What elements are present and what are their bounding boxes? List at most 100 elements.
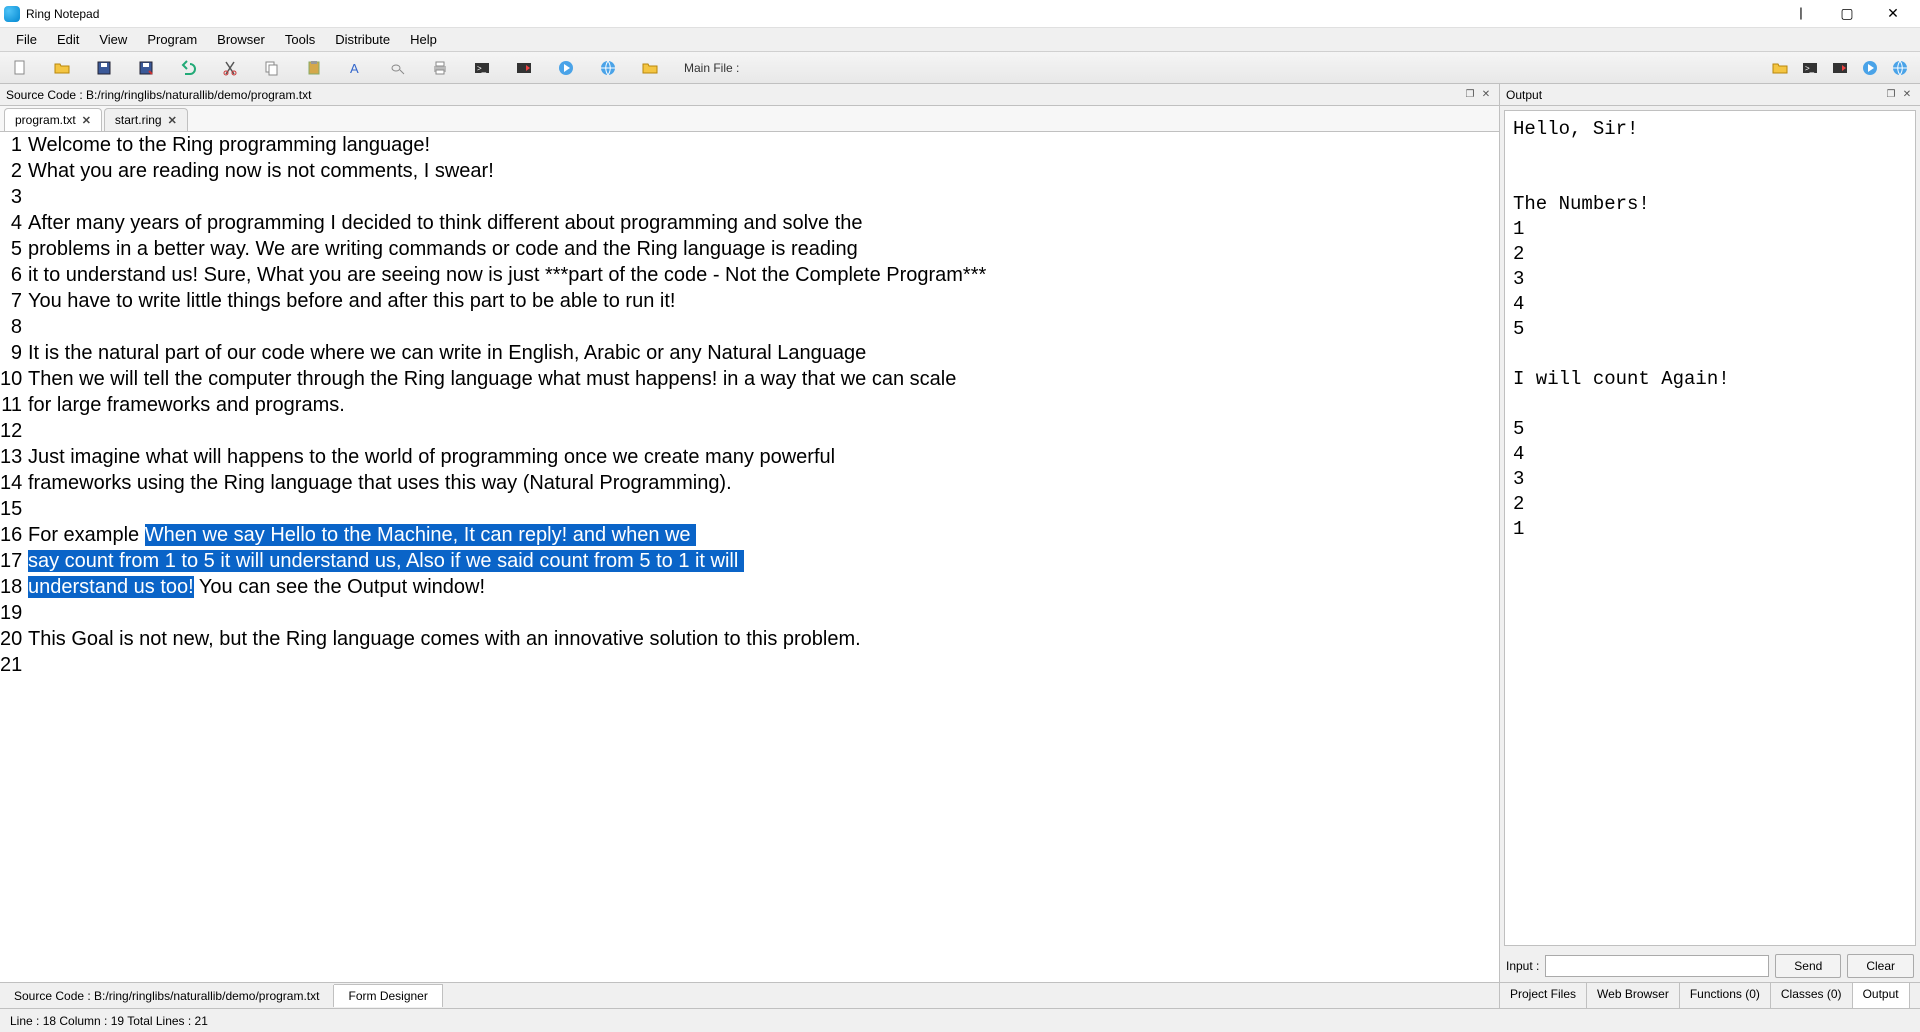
code-line[interactable]: 20This Goal is not new, but the Ring lan… [0, 626, 1499, 652]
menu-view[interactable]: View [89, 29, 137, 50]
mainfile-run-button[interactable] [1856, 56, 1884, 80]
output-console[interactable]: Hello, Sir! The Numbers! 1 2 3 4 5 I wil… [1504, 110, 1916, 946]
input-label: Input : [1506, 959, 1539, 973]
close-button[interactable]: ✕ [1870, 0, 1916, 28]
line-text: for large frameworks and programs. [28, 392, 345, 418]
line-number: 2 [0, 158, 28, 184]
output-detach-icon[interactable]: ❐ [1884, 88, 1898, 102]
output-input-field[interactable] [1545, 955, 1769, 977]
line-text: frameworks using the Ring language that … [28, 470, 732, 496]
code-line[interactable]: 1Welcome to the Ring programming languag… [0, 132, 1499, 158]
minimize-button[interactable]: 〡 [1778, 0, 1824, 28]
code-line[interactable]: 10Then we will tell the computer through… [0, 366, 1499, 392]
file-tab-label: start.ring [115, 113, 162, 127]
right-bottom-tab[interactable]: Output [1853, 983, 1910, 1008]
font-button[interactable]: A [342, 56, 370, 80]
menu-program[interactable]: Program [137, 29, 207, 50]
run-web-button[interactable] [594, 56, 622, 80]
code-line[interactable]: 19 [0, 600, 1499, 626]
code-line[interactable]: 5problems in a better way. We are writin… [0, 236, 1499, 262]
find-button[interactable] [384, 56, 412, 80]
undo-button[interactable] [174, 56, 202, 80]
open-folder-button[interactable] [636, 56, 664, 80]
code-line[interactable]: 17say count from 1 to 5 it will understa… [0, 548, 1499, 574]
code-line[interactable]: 12 [0, 418, 1499, 444]
line-number: 18 [0, 574, 28, 600]
mainfile-web-button[interactable] [1886, 56, 1914, 80]
new-file-button[interactable] [6, 56, 34, 80]
output-title: Output [1506, 88, 1542, 102]
tab-close-icon[interactable]: ✕ [82, 114, 91, 127]
maximize-button[interactable]: ▢ [1824, 0, 1870, 28]
print-button[interactable] [426, 56, 454, 80]
clear-button[interactable]: Clear [1847, 954, 1914, 978]
right-bottom-tab[interactable]: Web Browser [1587, 983, 1680, 1008]
mainfile-open-button[interactable] [1766, 56, 1794, 80]
code-line[interactable]: 16For example When we say Hello to the M… [0, 522, 1499, 548]
output-header: Output ❐ ✕ [1500, 84, 1920, 106]
file-tab[interactable]: program.txt ✕ [4, 108, 102, 131]
bottom-tab[interactable]: Form Designer [334, 984, 442, 1007]
debug-button[interactable] [510, 56, 538, 80]
file-tab-label: program.txt [15, 113, 76, 127]
code-line[interactable]: 3 [0, 184, 1499, 210]
code-line[interactable]: 15 [0, 496, 1499, 522]
line-text: What you are reading now is not comments… [28, 158, 494, 184]
save-as-button[interactable] [132, 56, 160, 80]
pane-detach-icon[interactable]: ❐ [1463, 88, 1477, 102]
code-line[interactable]: 9It is the natural part of our code wher… [0, 340, 1499, 366]
menu-file[interactable]: File [6, 29, 47, 50]
code-line[interactable]: 8 [0, 314, 1499, 340]
line-text: understand us too! You can see the Outpu… [28, 574, 485, 600]
mainfile-terminal-button[interactable]: >_ [1796, 56, 1824, 80]
send-button[interactable]: Send [1775, 954, 1841, 978]
line-number: 21 [0, 652, 28, 678]
code-line[interactable]: 18understand us too! You can see the Out… [0, 574, 1499, 600]
terminal-button[interactable]: >_ [468, 56, 496, 80]
line-number: 14 [0, 470, 28, 496]
pane-close-icon[interactable]: ✕ [1479, 88, 1493, 102]
code-line[interactable]: 7You have to write little things before … [0, 288, 1499, 314]
open-file-button[interactable] [48, 56, 76, 80]
right-bottom-tab[interactable]: Classes (0) [1771, 983, 1853, 1008]
menu-distribute[interactable]: Distribute [325, 29, 400, 50]
menu-tools[interactable]: Tools [275, 29, 325, 50]
line-text: problems in a better way. We are writing… [28, 236, 858, 262]
code-line[interactable]: 14frameworks using the Ring language tha… [0, 470, 1499, 496]
line-text: After many years of programming I decide… [28, 210, 863, 236]
menu-edit[interactable]: Edit [47, 29, 89, 50]
code-line[interactable]: 11for large frameworks and programs. [0, 392, 1499, 418]
tab-close-icon[interactable]: ✕ [168, 114, 177, 127]
save-button[interactable] [90, 56, 118, 80]
paste-button[interactable] [300, 56, 328, 80]
menu-help[interactable]: Help [400, 29, 447, 50]
menu-browser[interactable]: Browser [207, 29, 275, 50]
code-editor[interactable]: 1Welcome to the Ring programming languag… [0, 132, 1499, 982]
svg-text:>_: >_ [477, 64, 487, 73]
line-number: 11 [0, 392, 28, 418]
bottom-tab[interactable]: Source Code : B:/ring/ringlibs/naturalli… [0, 985, 334, 1007]
run-button[interactable] [552, 56, 580, 80]
copy-button[interactable] [258, 56, 286, 80]
menubar: FileEditViewProgramBrowserToolsDistribut… [0, 28, 1920, 52]
right-bottom-tab[interactable]: Project Files [1500, 983, 1587, 1008]
file-tab[interactable]: start.ring ✕ [104, 108, 188, 131]
line-text: It is the natural part of our code where… [28, 340, 866, 366]
line-number: 1 [0, 132, 28, 158]
right-bottom-tabs: Project FilesWeb BrowserFunctions (0)Cla… [1500, 982, 1920, 1008]
output-close-icon[interactable]: ✕ [1900, 88, 1914, 102]
code-line[interactable]: 6it to understand us! Sure, What you are… [0, 262, 1499, 288]
line-text: Just imagine what will happens to the wo… [28, 444, 835, 470]
right-bottom-tab[interactable]: Functions (0) [1680, 983, 1771, 1008]
line-number: 4 [0, 210, 28, 236]
window-title: Ring Notepad [26, 7, 99, 21]
code-line[interactable]: 21 [0, 652, 1499, 678]
code-line[interactable]: 2What you are reading now is not comment… [0, 158, 1499, 184]
mainfile-debug-button[interactable] [1826, 56, 1854, 80]
code-line[interactable]: 13Just imagine what will happens to the … [0, 444, 1499, 470]
code-line[interactable]: 4After many years of programming I decid… [0, 210, 1499, 236]
line-number: 6 [0, 262, 28, 288]
app-icon [4, 6, 20, 22]
left-bottom-tabs: Source Code : B:/ring/ringlibs/naturalli… [0, 982, 1499, 1008]
cut-button[interactable] [216, 56, 244, 80]
